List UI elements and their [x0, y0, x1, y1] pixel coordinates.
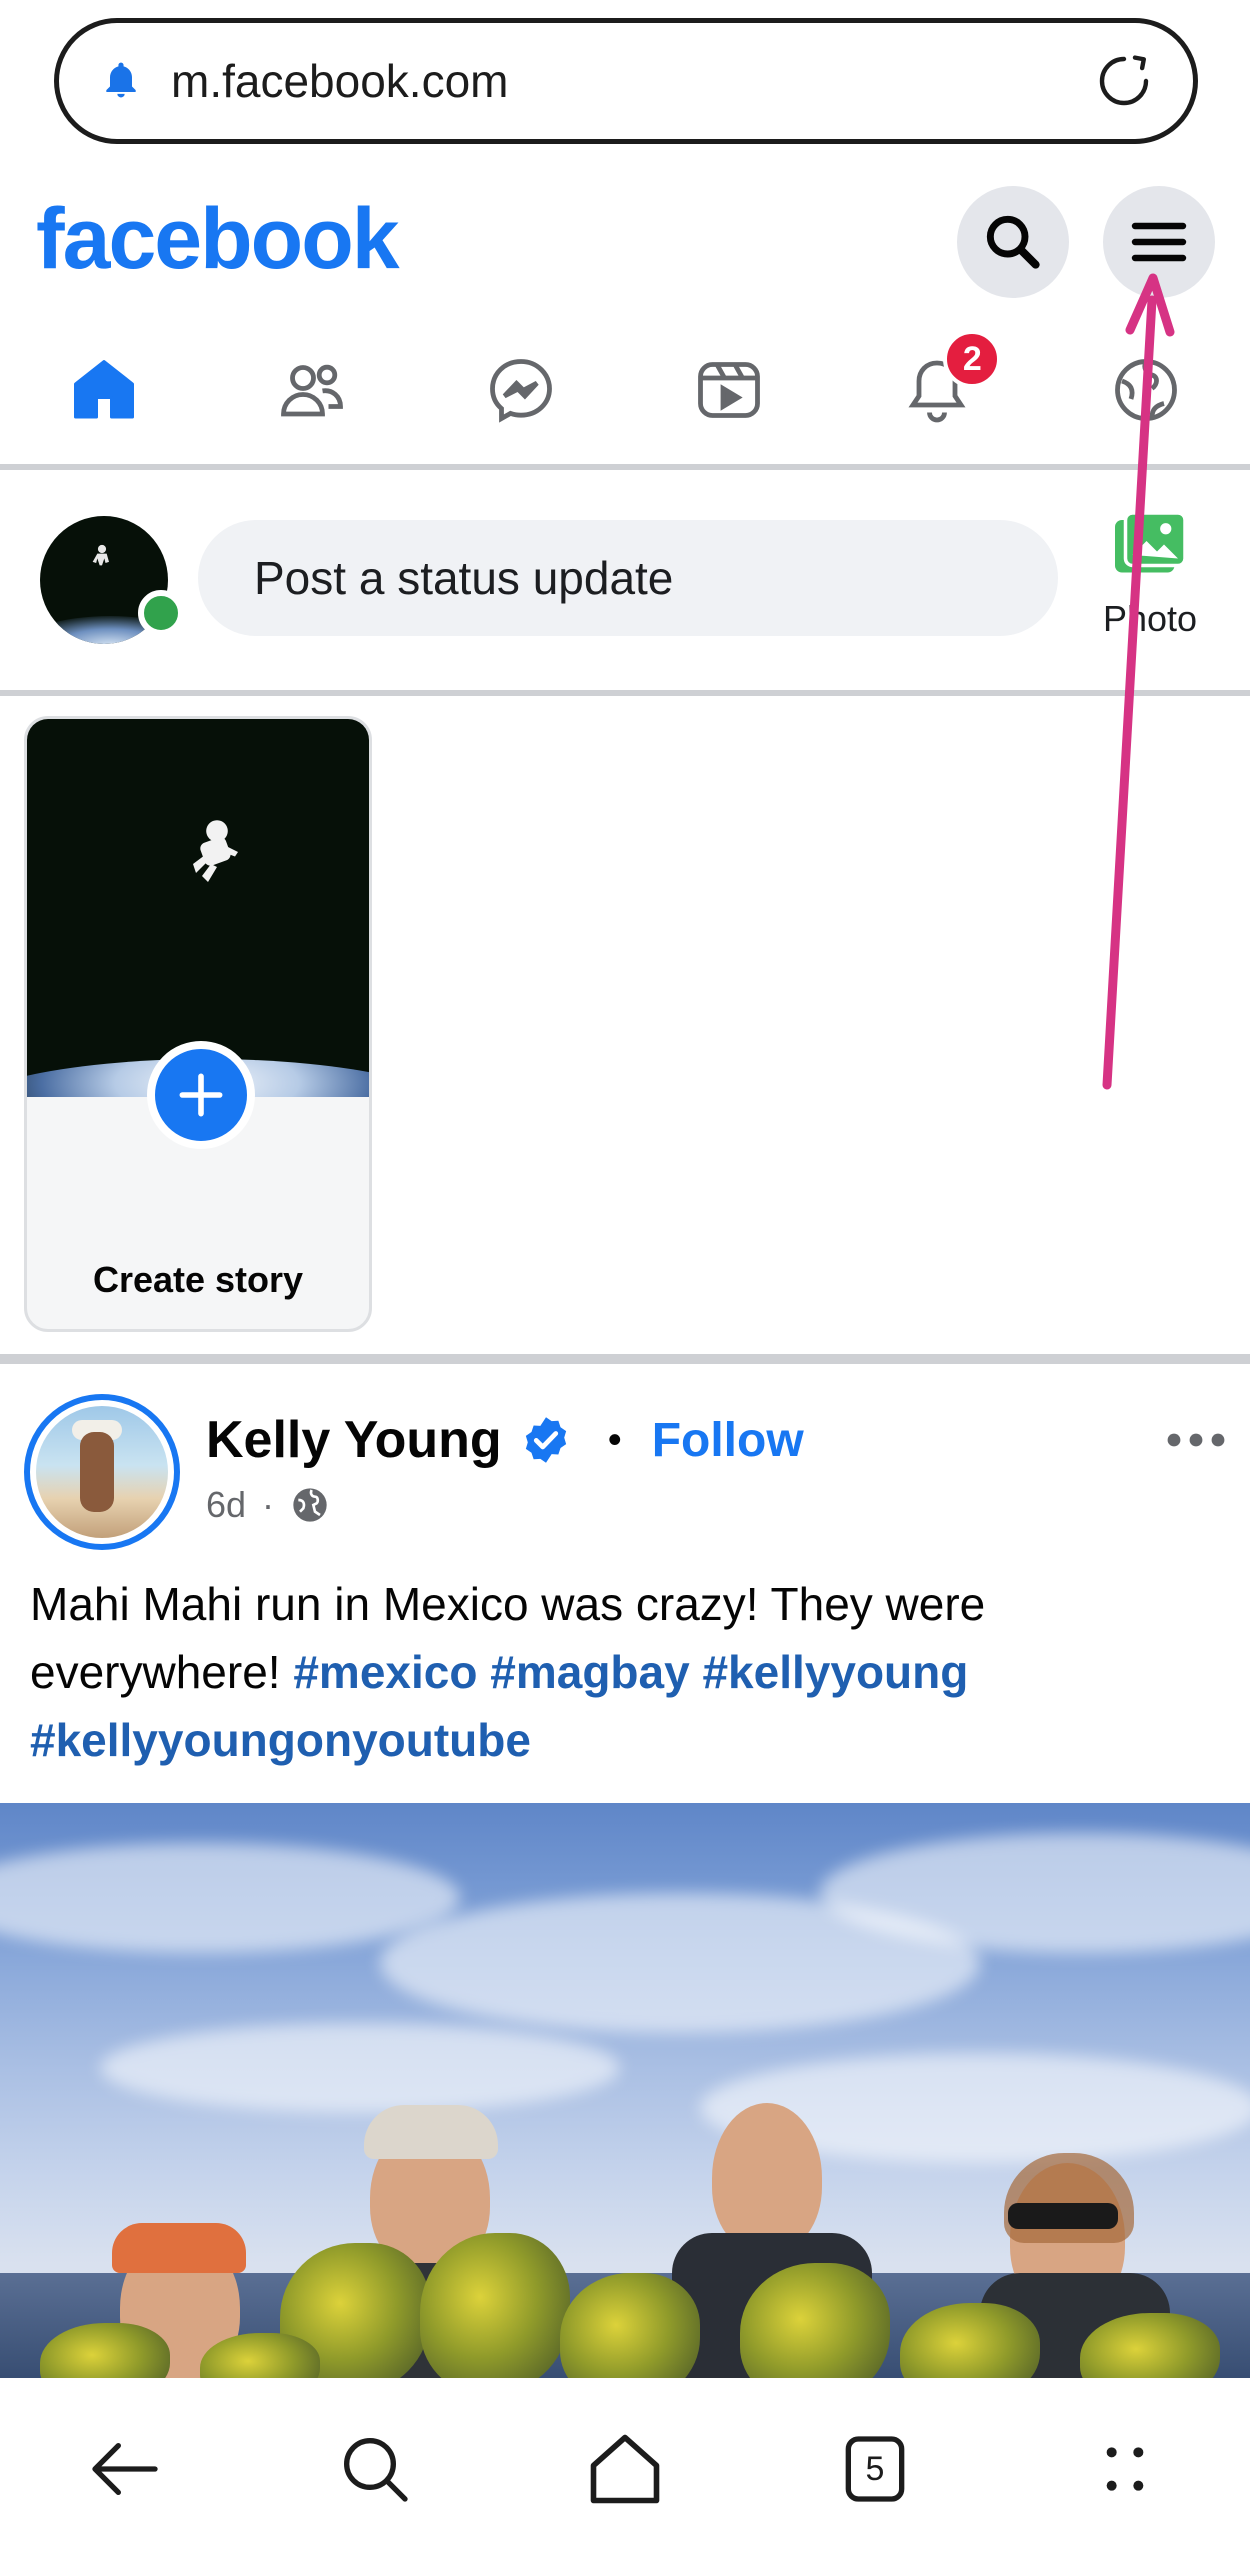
notification-bell-icon[interactable] [99, 59, 143, 103]
photo-label: Photo [1102, 598, 1198, 639]
browser-bottom-bar: 5 [0, 2378, 1250, 2560]
hamburger-menu-icon [1131, 222, 1187, 262]
home-icon [590, 2434, 660, 2504]
search-button[interactable] [957, 186, 1069, 298]
screen: m.facebook.com facebook 2 Post a status … [0, 0, 1250, 2560]
add-story-button[interactable] [147, 1041, 255, 1149]
hashtag[interactable]: #kellyyoung [702, 1646, 968, 1698]
post-time[interactable]: 6d [206, 1484, 246, 1526]
astronaut-icon [193, 820, 238, 882]
back-button[interactable] [50, 2394, 200, 2544]
main-nav-tabs: 2 [0, 320, 1250, 460]
astronaut-icon [92, 544, 109, 566]
post-body: Mahi Mahi run in Mexico was crazy! They … [30, 1570, 1210, 1774]
status-update-input[interactable]: Post a status update [198, 520, 1058, 636]
tab-video[interactable] [625, 320, 833, 460]
back-arrow-icon [92, 2443, 158, 2495]
public-globe-icon [293, 1488, 327, 1522]
search-icon [344, 2438, 408, 2502]
tab-notifications[interactable]: 2 [833, 320, 1041, 460]
url-text[interactable]: m.facebook.com [171, 54, 1091, 108]
hashtag[interactable]: #kellyyoungonyoutube [30, 1714, 531, 1766]
author-avatar[interactable] [24, 1394, 180, 1550]
reload-icon[interactable] [1091, 48, 1157, 114]
tabs-button[interactable]: 5 [800, 2394, 950, 2544]
photo-icon [1115, 511, 1187, 573]
menu-button[interactable] [1103, 186, 1215, 298]
home-icon [74, 360, 135, 419]
friends-icon [281, 364, 344, 417]
divider [0, 1354, 1250, 1364]
author-name[interactable]: Kelly Young [206, 1410, 502, 1470]
status-composer: Post a status update Photo [0, 480, 1250, 690]
divider [0, 464, 1250, 470]
meta-separator: · [262, 1484, 275, 1525]
more-options-icon[interactable] [1164, 1420, 1228, 1460]
globe-icon [1114, 359, 1177, 421]
create-story-card[interactable]: Create story [24, 716, 372, 1332]
notification-badge: 2 [943, 330, 1002, 388]
search-icon [986, 215, 1040, 269]
browser-search-button[interactable] [300, 2394, 450, 2544]
tab-count: 5 [865, 2449, 885, 2488]
post-header: Kelly Young • Follow 6d · [0, 1380, 1250, 1550]
address-bar[interactable]: m.facebook.com [54, 18, 1198, 144]
photo-button[interactable]: Photo [1090, 506, 1210, 666]
messenger-icon [489, 359, 552, 423]
create-story-label: Create story [92, 1259, 304, 1300]
more-grid-icon [1106, 2447, 1144, 2491]
tab-home[interactable] [0, 320, 208, 460]
online-status-dot [138, 590, 184, 636]
browser-menu-button[interactable] [1050, 2394, 1200, 2544]
post-photo[interactable] [0, 1803, 1250, 2379]
separator-dot: • [607, 1417, 622, 1462]
hashtag[interactable]: #magbay [490, 1646, 689, 1698]
tab-marketplace[interactable] [1042, 320, 1250, 460]
video-icon [698, 362, 761, 418]
facebook-logo[interactable]: facebook [36, 190, 400, 289]
verified-badge-icon [525, 1417, 566, 1463]
plus-icon [179, 1073, 223, 1117]
tab-friends[interactable] [208, 320, 416, 460]
tab-messenger[interactable] [417, 320, 625, 460]
home-button[interactable] [550, 2394, 700, 2544]
divider [0, 690, 1250, 696]
hashtag[interactable]: #mexico [293, 1646, 477, 1698]
follow-button[interactable]: Follow [652, 1413, 804, 1468]
